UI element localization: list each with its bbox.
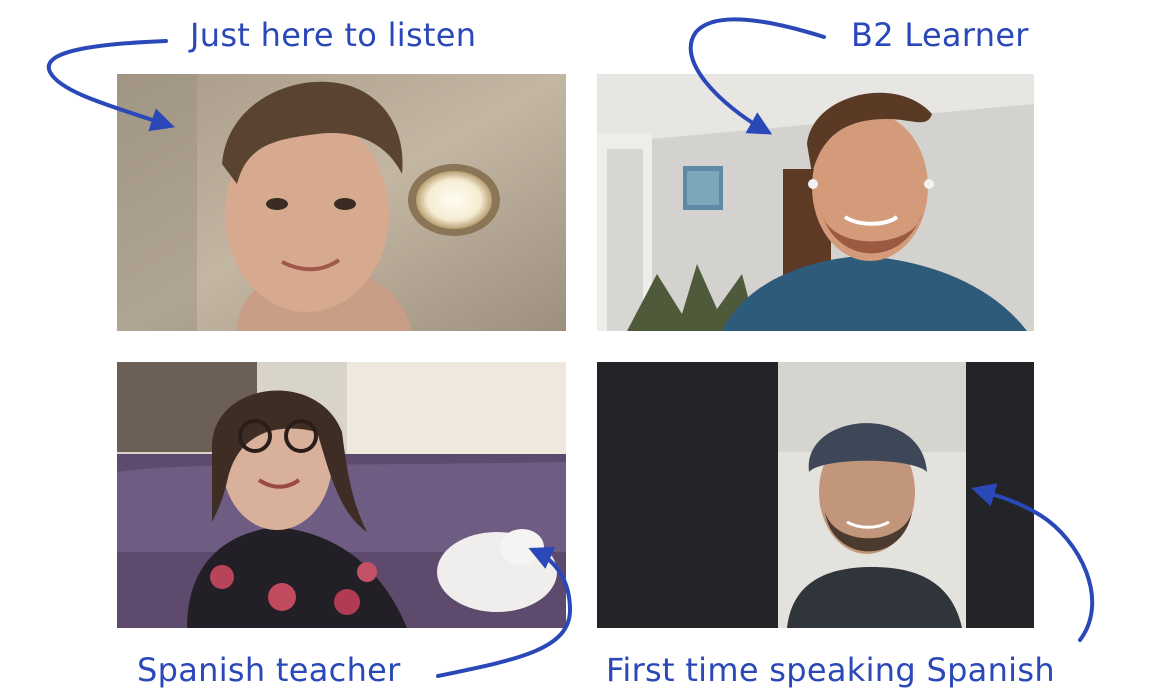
- label-spanish-teacher: Spanish teacher: [137, 651, 401, 689]
- video-tile-participant-3[interactable]: [117, 362, 566, 628]
- participant-3-video-frame: [117, 362, 566, 628]
- video-tile-participant-4[interactable]: [597, 362, 1034, 628]
- label-first-time-speaking-spanish: First time speaking Spanish: [606, 651, 1055, 689]
- video-tile-participant-1[interactable]: [117, 74, 566, 331]
- label-b2-learner: B2 Learner: [851, 16, 1029, 54]
- participant-1-video-frame: [117, 74, 566, 331]
- participant-4-video-frame: [597, 362, 1034, 628]
- video-tile-participant-2[interactable]: [597, 74, 1034, 331]
- label-just-here-to-listen: Just here to listen: [190, 16, 477, 54]
- participant-2-video-frame: [597, 74, 1034, 331]
